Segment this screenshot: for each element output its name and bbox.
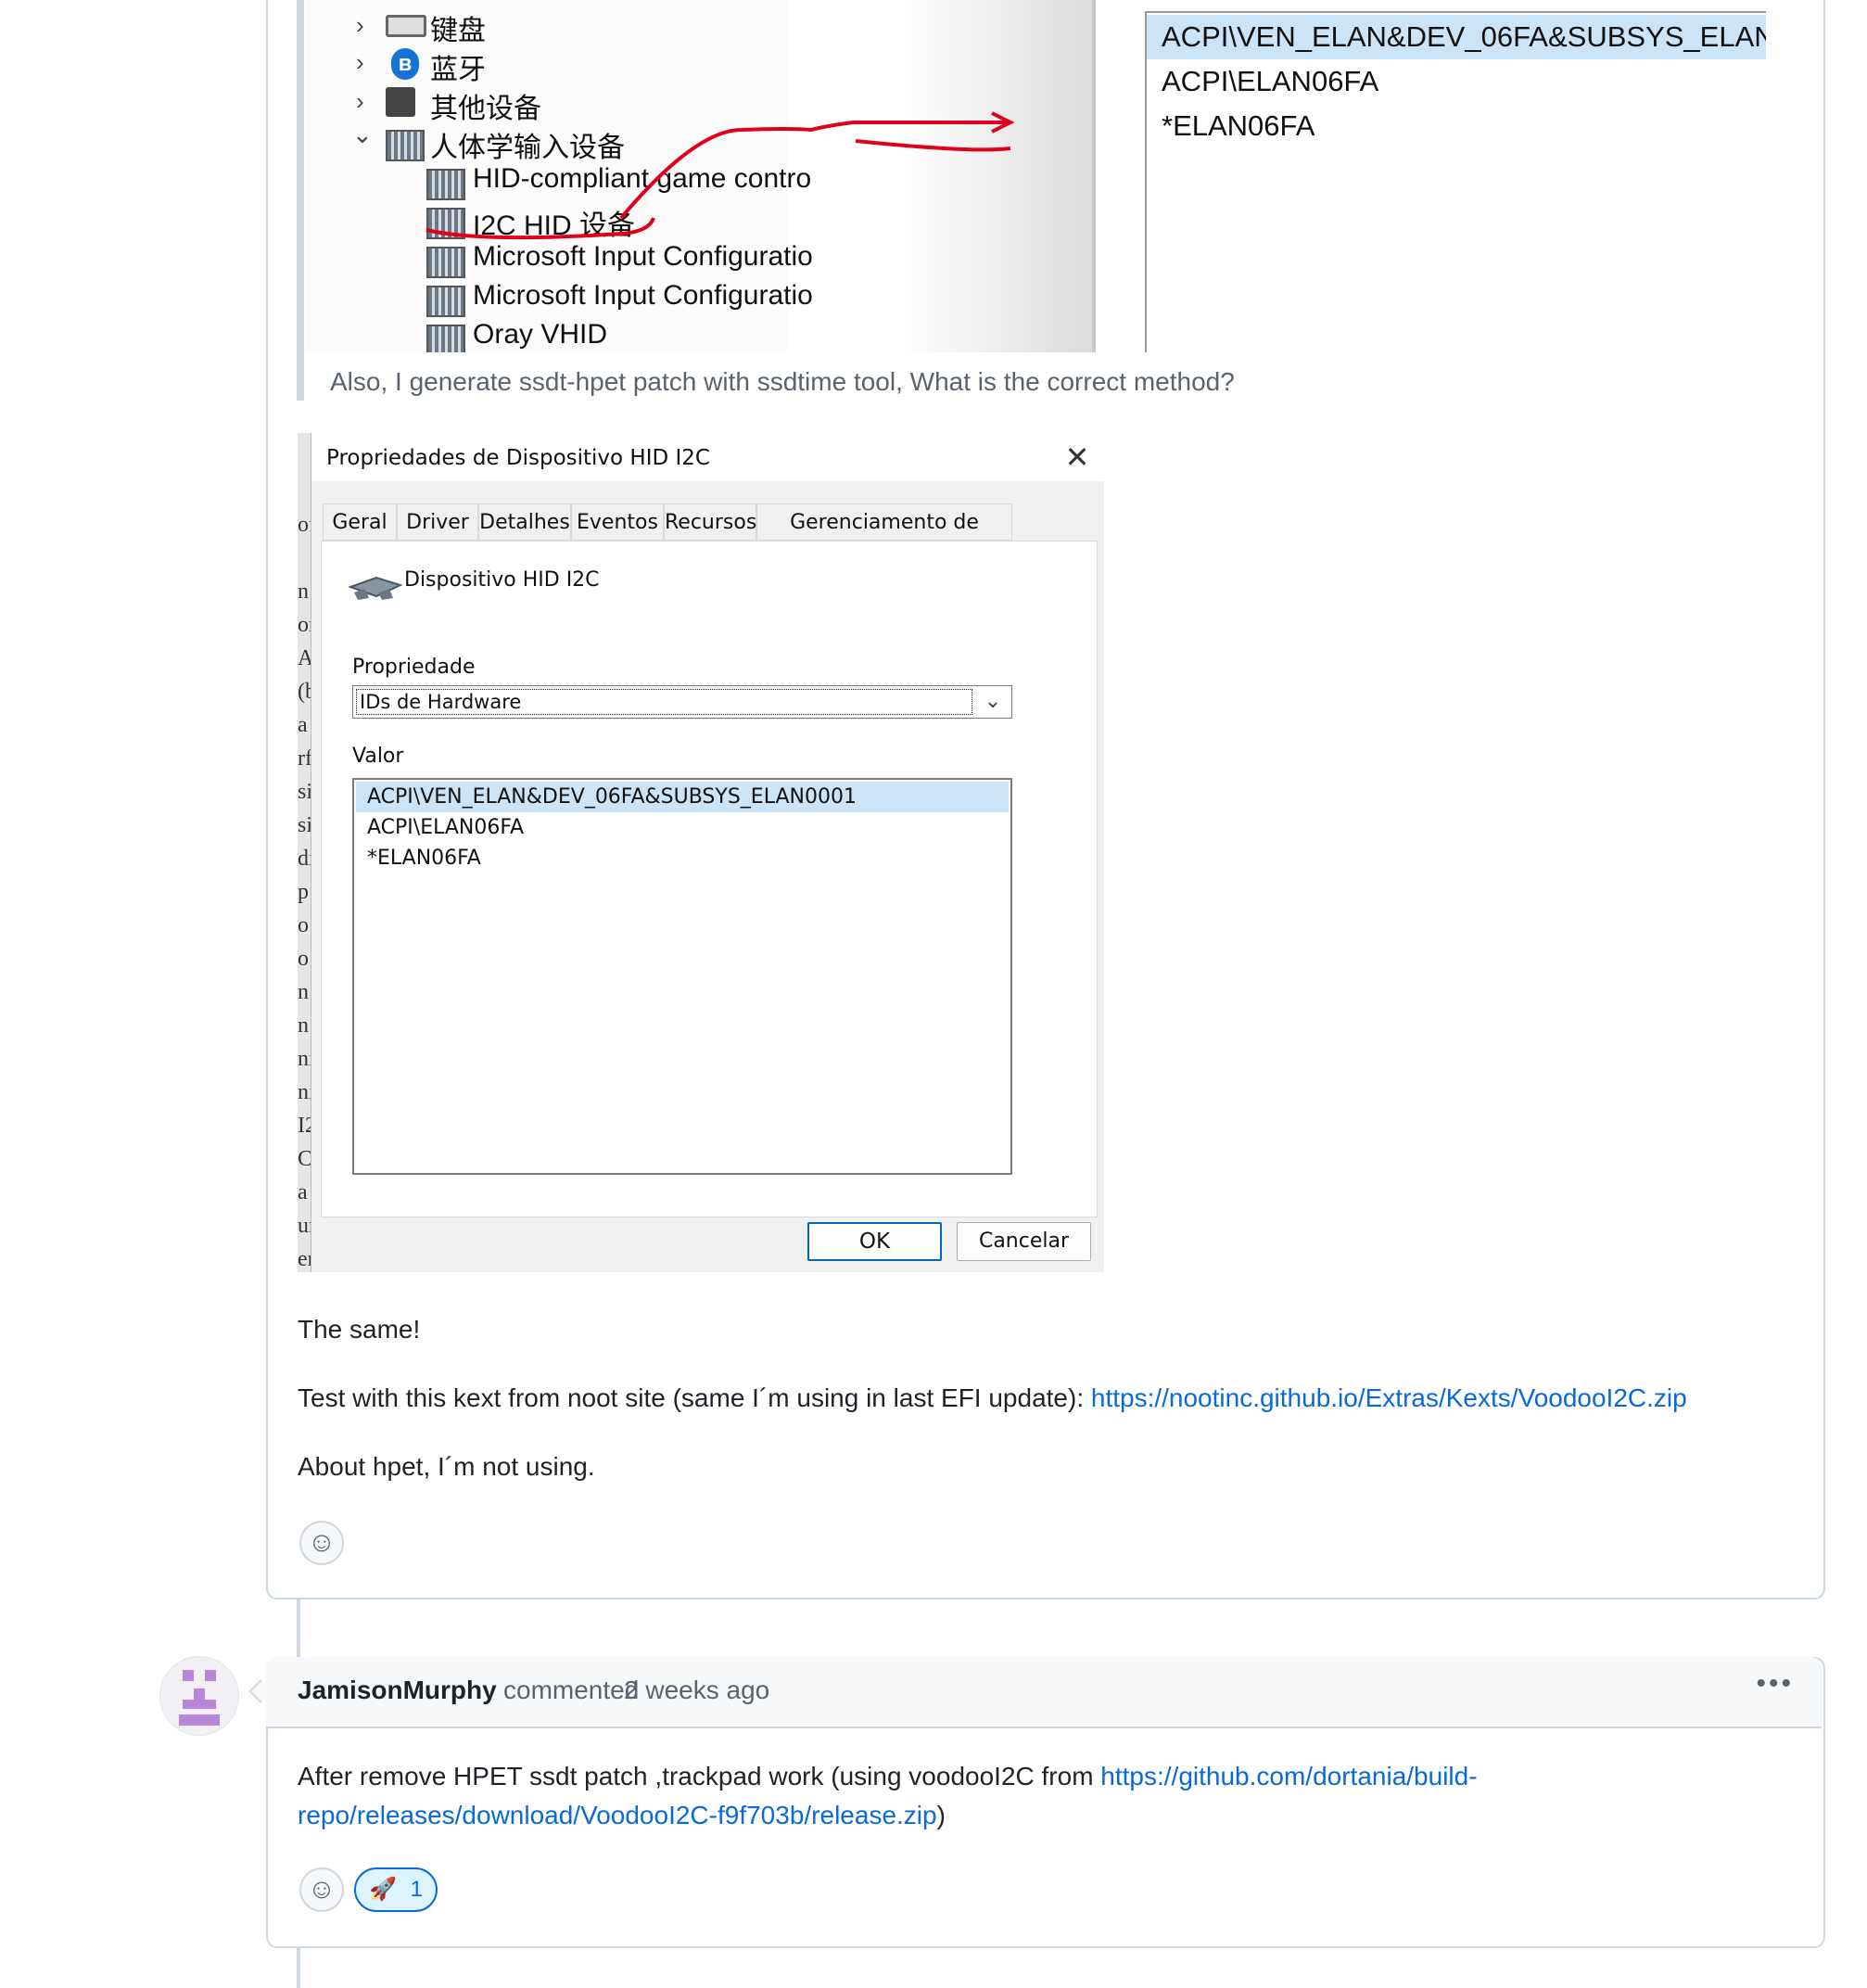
avatar-pixel: [183, 1700, 216, 1709]
comment-text-suffix: ): [936, 1801, 946, 1829]
device-manager-screenshot: › 键盘 › ʙ 蓝牙 › 其他设备 ⌄ 人体学输入设备 HID-complia…: [306, 0, 1766, 352]
dialog-title: Propriedades de Dispositivo HID I2C: [326, 446, 710, 470]
comment-text-prefix: After remove HPET ssdt patch ,trackpad w…: [298, 1762, 1101, 1790]
edge-text: n: [298, 1013, 309, 1038]
release-link[interactable]: https://github.com/dortania/build-: [1100, 1762, 1477, 1790]
annotation-arrow: [425, 111, 1015, 240]
list-item[interactable]: ACPI\ELAN06FA: [356, 812, 1009, 843]
edge-text: o: [298, 913, 309, 937]
comment-action: commented: [503, 1676, 640, 1704]
properties-dialog: Propriedades de Dispositivo HID I2C ✕ Ge…: [311, 433, 1104, 1272]
comment-time[interactable]: 2 weeks ago: [624, 1676, 769, 1705]
rocket-reaction-button[interactable]: 🚀 1: [354, 1867, 438, 1912]
add-reaction-button[interactable]: ☺: [299, 1867, 344, 1912]
edge-text: a: [298, 1180, 308, 1204]
comment-text-prefix: Test with this kext from noot site (same…: [298, 1383, 1091, 1412]
hid-device-icon: [349, 576, 402, 600]
edge-text: n: [298, 580, 309, 604]
list-item[interactable]: *ELAN06FA: [356, 843, 1009, 873]
edge-text: o: [298, 947, 309, 971]
timeline-line: [297, 1942, 300, 1988]
avatar[interactable]: [159, 1656, 239, 1736]
tab-driver[interactable]: Driver: [397, 503, 478, 541]
avatar-pixel: [194, 1689, 205, 1700]
edge-text: a: [298, 713, 308, 737]
chevron-down-icon[interactable]: ⌄: [974, 686, 1011, 718]
tab-gerenciamento-energia[interactable]: Gerenciamento de Energia: [756, 503, 1012, 571]
property-select[interactable]: IDs de Hardware ⌄: [352, 685, 1012, 719]
timeline-line: [297, 1595, 300, 1658]
quote-text: Also, I generate ssdt-hpet patch with ss…: [330, 367, 1235, 396]
tab-recursos[interactable]: Recursos: [664, 503, 756, 541]
comment-text: Test with this kext from noot site (same…: [298, 1383, 1687, 1413]
avatar-pixel: [205, 1670, 216, 1681]
ok-button[interactable]: OK: [807, 1222, 942, 1261]
comment-header: JamisonMurphy commented 2 weeks ago •••: [266, 1657, 1822, 1728]
device-name: Dispositivo HID I2C: [404, 568, 600, 592]
release-link[interactable]: repo/releases/download/VoodooI2C-f9f703b…: [298, 1801, 937, 1829]
tab-eventos[interactable]: Eventos: [571, 503, 664, 541]
dialog-edge: of n or AT (b a rf si si di p o o n n ni…: [298, 433, 324, 1272]
more-options-icon[interactable]: •••: [1756, 1668, 1794, 1700]
smiley-icon: ☺: [307, 1874, 337, 1905]
comment-author[interactable]: JamisonMurphy: [298, 1676, 497, 1705]
dialog-titlebar: Propriedades de Dispositivo HID I2C ✕: [311, 433, 1104, 481]
edge-text: n: [298, 980, 309, 1004]
quote-bar: [297, 0, 304, 401]
value-label: Valor: [352, 745, 404, 768]
comment-text: repo/releases/download/VoodooI2C-f9f703b…: [298, 1801, 946, 1830]
dialog-screenshot: of n or AT (b a rf si si di p o o n n ni…: [298, 433, 1104, 1272]
tab-detalhes[interactable]: Detalhes: [478, 503, 571, 541]
avatar-pixel: [183, 1670, 194, 1681]
comment-text: After remove HPET ssdt patch ,trackpad w…: [298, 1762, 1478, 1791]
value-listbox[interactable]: ACPI\VEN_ELAN&DEV_06FA&SUBSYS_ELAN0001 A…: [352, 778, 1012, 1175]
rocket-icon: 🚀: [369, 1877, 397, 1902]
smiley-icon: ☺: [307, 1527, 337, 1558]
list-item[interactable]: ACPI\VEN_ELAN&DEV_06FA&SUBSYS_ELAN0001: [356, 782, 1009, 812]
comment-text: The same!: [298, 1315, 421, 1344]
kext-link[interactable]: https://nootinc.github.io/Extras/Kexts/V…: [1091, 1383, 1687, 1412]
tab-geral[interactable]: Geral: [323, 503, 397, 541]
close-icon[interactable]: ✕: [1059, 439, 1096, 476]
property-label: Propriedade: [352, 656, 476, 679]
reaction-count: 1: [410, 1877, 423, 1902]
add-reaction-button[interactable]: ☺: [299, 1521, 344, 1565]
edge-text: p: [298, 880, 309, 904]
comment-text: About hpet, I´m not using.: [298, 1452, 595, 1481]
cancel-button[interactable]: Cancelar: [957, 1222, 1091, 1261]
property-select-value: IDs de Hardware: [356, 689, 972, 715]
avatar-pixel: [179, 1714, 220, 1726]
